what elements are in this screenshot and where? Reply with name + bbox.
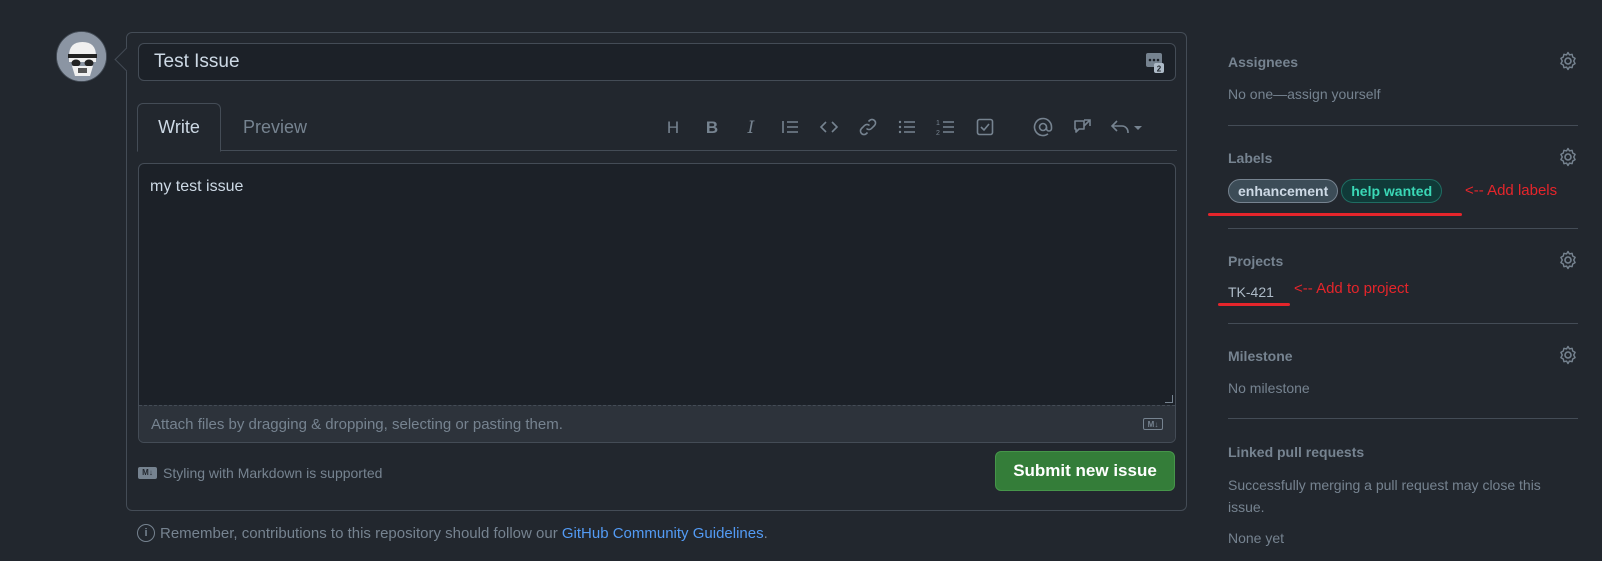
milestone-gear-icon[interactable]	[1558, 345, 1578, 365]
resize-handle-icon[interactable]	[1165, 395, 1173, 403]
projects-heading: Projects	[1228, 253, 1284, 269]
guidelines-suffix: .	[763, 524, 768, 542]
linked-prs-section: Linked pull requests Successfully mergin…	[1228, 444, 1578, 546]
linked-prs-status: None yet	[1228, 530, 1285, 546]
markdown-note-text: Styling with Markdown is supported	[163, 465, 383, 481]
sidebar-divider	[1228, 228, 1578, 229]
issue-title-text: Test Issue	[154, 51, 240, 72]
community-guidelines-link[interactable]: GitHub Community Guidelines	[562, 525, 764, 542]
guidelines-note: i Remember, contributions to this reposi…	[137, 524, 768, 542]
new-issue-form: Test Issue 2 Write Preview H B I 1 2 my …	[126, 32, 1187, 511]
sidebar-divider	[1228, 418, 1578, 419]
assignees-heading: Assignees	[1228, 54, 1299, 70]
italic-icon[interactable]: I	[740, 117, 762, 139]
editor-tabs: Write Preview H B I 12	[137, 103, 1177, 152]
assignees-section: Assignees No one—assign yourself	[1228, 51, 1578, 102]
assignees-gear-icon[interactable]	[1558, 51, 1578, 71]
sidebar-divider	[1228, 125, 1578, 126]
bold-icon[interactable]: B	[701, 117, 723, 139]
info-icon: i	[137, 524, 155, 542]
markdown-small-icon: M↓	[138, 467, 157, 479]
mention-icon[interactable]	[1032, 117, 1054, 139]
markdown-icon: M↓	[1143, 418, 1163, 430]
labels-gear-icon[interactable]	[1558, 147, 1578, 167]
milestone-value: No milestone	[1228, 380, 1310, 396]
cross-reference-icon[interactable]	[1071, 117, 1093, 139]
svg-text:2: 2	[1157, 65, 1162, 74]
svg-text:2: 2	[936, 130, 940, 137]
submit-new-issue-button[interactable]: Submit new issue	[995, 451, 1175, 491]
milestone-heading: Milestone	[1228, 348, 1293, 364]
annotation-add-project: <-- Add to project	[1294, 280, 1409, 297]
task-list-icon[interactable]	[974, 117, 996, 139]
labels-heading: Labels	[1228, 150, 1273, 166]
annotation-add-labels: <-- Add labels	[1465, 182, 1558, 199]
linked-prs-heading: Linked pull requests	[1228, 444, 1365, 460]
guidelines-prefix: Remember, contributions to this reposito…	[160, 524, 562, 542]
milestone-section: Milestone No milestone	[1228, 345, 1578, 396]
issue-body-textarea[interactable]: my test issue Attach files by dragging &…	[138, 163, 1176, 443]
label-enhancement[interactable]: enhancement	[1228, 179, 1339, 203]
tab-preview[interactable]: Preview	[227, 103, 323, 152]
svg-text:1: 1	[936, 120, 940, 127]
attach-hint: Attach files by dragging & dropping, sel…	[151, 415, 563, 433]
linked-prs-description: Successfully merging a pull request may …	[1228, 477, 1541, 515]
tab-write[interactable]: Write	[137, 103, 221, 152]
file-attachment-bar[interactable]: Attach files by dragging & dropping, sel…	[139, 405, 1175, 442]
markdown-note[interactable]: M↓ Styling with Markdown is supported	[138, 465, 382, 481]
annotation-project-underline	[1218, 303, 1290, 306]
issue-body-text: my test issue	[150, 178, 244, 195]
link-icon[interactable]	[857, 117, 879, 139]
heading-icon[interactable]: H	[662, 117, 684, 139]
unordered-list-icon[interactable]	[896, 117, 918, 139]
assignees-value[interactable]: No one—assign yourself	[1228, 86, 1578, 102]
sidebar-divider	[1228, 323, 1578, 324]
projects-gear-icon[interactable]	[1558, 250, 1578, 270]
annotation-labels-underline	[1208, 213, 1462, 216]
label-help-wanted[interactable]: help wanted	[1341, 179, 1443, 203]
issue-title-input[interactable]: Test Issue 2	[138, 43, 1176, 81]
saved-reply-dropdown-icon[interactable]	[1110, 117, 1144, 139]
quote-icon[interactable]	[779, 117, 801, 139]
user-avatar[interactable]	[56, 31, 107, 82]
ordered-list-icon[interactable]: 12	[935, 117, 957, 139]
saved-replies-icon[interactable]: 2	[1145, 52, 1165, 74]
code-icon[interactable]	[818, 117, 840, 139]
